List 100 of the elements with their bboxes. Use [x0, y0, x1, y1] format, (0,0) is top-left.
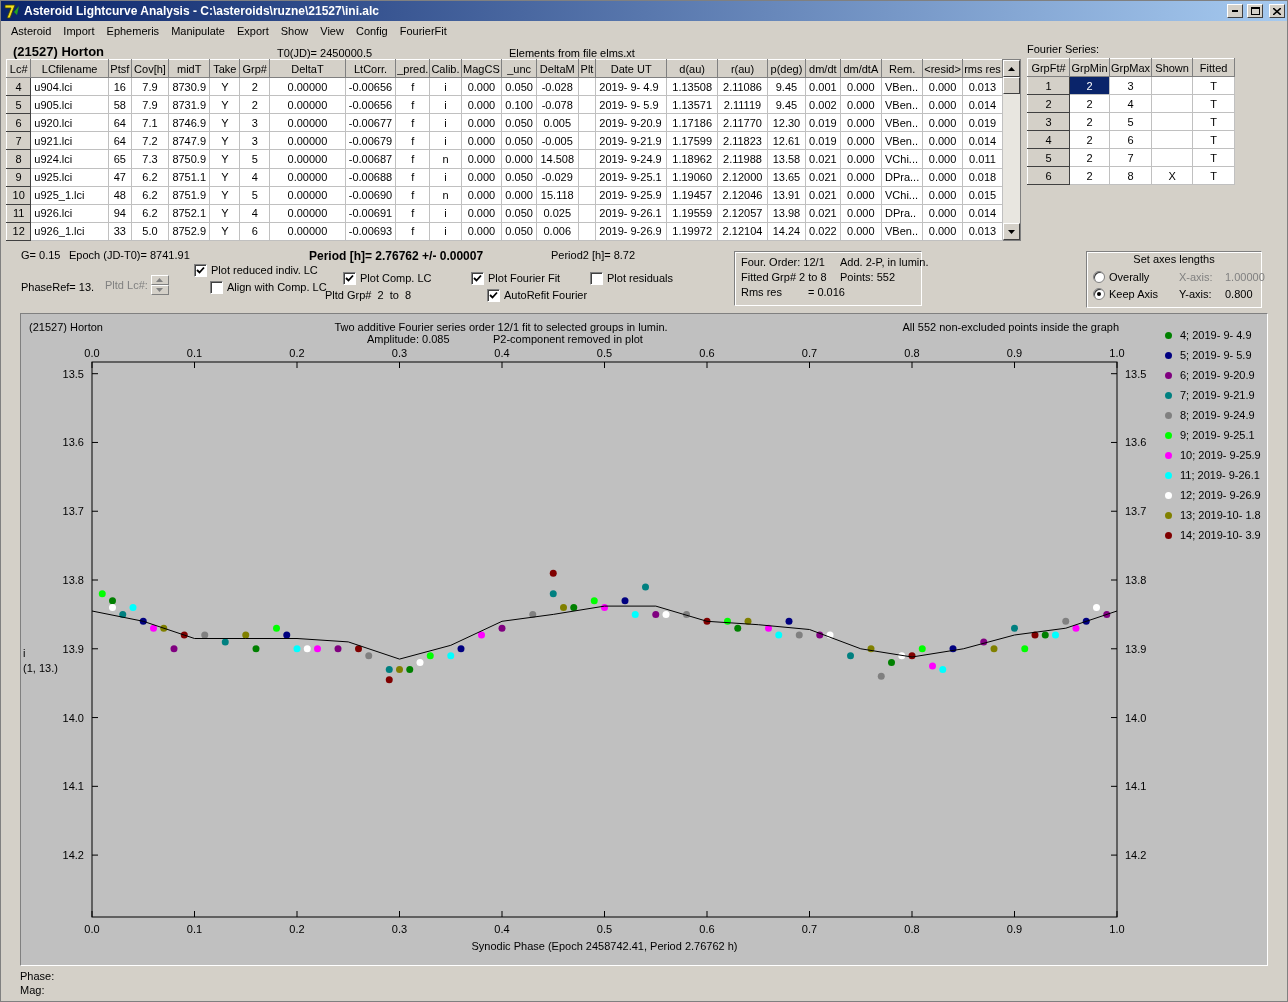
tick-label: 0.1 — [186, 923, 203, 935]
tick-label: 0.3 — [391, 923, 408, 935]
chart-note: P2-component removed in plot — [493, 333, 643, 345]
tick-label: 13.5 — [62, 367, 84, 380]
axis-value[interactable]: 0.800 — [1225, 287, 1261, 300]
tick-label: 0.8 — [904, 923, 920, 935]
tick-label: 14.0 — [62, 711, 84, 724]
column-header[interactable]: GrpMin — [1069, 58, 1110, 77]
column-header[interactable]: Shown — [1151, 58, 1193, 77]
column-header[interactable]: Take — [209, 59, 240, 78]
column-header[interactable]: Rem. — [881, 59, 923, 78]
tick-label: 13.5 — [1125, 367, 1147, 380]
group-title: Set axes lengths — [1133, 253, 1215, 265]
window-title: Asteroid Lightcurve Analysis - C:\asteroids\ruzne\21527\ini.alc — [24, 4, 379, 18]
period-value: Period [h]= 2.76762 +/- 0.00007 — [309, 249, 485, 263]
tick-label: 0.9 — [1006, 923, 1023, 935]
column-header[interactable]: _pred. — [395, 59, 430, 78]
plotted-groups-label: Pltd Grp# 2 to 8 — [325, 289, 412, 301]
menu-item[interactable]: Show — [274, 25, 315, 37]
tick-label: 0.5 — [596, 923, 613, 935]
legend-label: 10; 2019- 9-25.9 — [1180, 449, 1261, 461]
checkbox-label: AutoRefit Fourier — [504, 289, 588, 301]
radio-label: Overally — [1109, 270, 1151, 283]
phase-readout: Phase: — [20, 970, 56, 982]
checkbox-label: Align with Comp. LC — [227, 281, 327, 293]
column-header[interactable]: Lc# — [6, 59, 31, 78]
column-header[interactable]: p(deg) — [767, 59, 806, 78]
column-header[interactable]: midT — [168, 59, 210, 78]
menu-item[interactable]: View — [314, 25, 350, 37]
tick-label: 1.0 — [1109, 923, 1125, 935]
legend-label: 9; 2019- 9-25.1 — [1180, 429, 1255, 441]
column-header[interactable]: Ptsf — [108, 59, 132, 78]
object-name: (21527) Horton — [13, 44, 106, 59]
column-header[interactable]: rms res — [962, 59, 1003, 78]
elements-label: Elements from file elms.xt — [509, 47, 636, 59]
axis-label: Y-axis: — [1179, 287, 1213, 300]
legend-label: 11; 2019- 9-26.1 — [1180, 469, 1260, 481]
tick-label: 13.7 — [1125, 505, 1147, 518]
g-value: G= 0.15 — [21, 249, 62, 263]
column-header[interactable]: dm/dtA — [840, 59, 882, 78]
tick-label: 0.9 — [1006, 347, 1023, 359]
fourier-order: Four. Order: 12/1 — [741, 256, 826, 268]
tick-label: 14.1 — [62, 780, 84, 793]
tick-label: 13.8 — [62, 574, 84, 586]
column-header[interactable]: GrpFt# — [1027, 58, 1070, 77]
tick-label: 0.0 — [84, 923, 100, 935]
points-count: Points: 552 — [840, 271, 897, 283]
fourier-mode: Add. 2-P, in lumin. — [840, 256, 929, 268]
column-header[interactable]: dm/dt — [805, 59, 841, 78]
tick-label: 0.6 — [699, 347, 715, 359]
column-header[interactable]: LtCorr. — [345, 59, 396, 78]
tick-label: 0.1 — [186, 347, 203, 359]
tick-label: 0.6 — [699, 923, 715, 935]
epoch-value: Epoch (JD-T0)= 8741.91 — [69, 249, 191, 263]
column-header[interactable]: _unc — [501, 59, 537, 78]
tick-label: 0.2 — [289, 347, 305, 359]
column-header[interactable]: LCfilename — [30, 59, 109, 78]
chart-title: Two additive Fourier series order 12/1 fit to selected groups in lumin. — [334, 321, 668, 333]
points-note: All 552 non-excluded points inside the graph — [902, 321, 1119, 333]
radio-label: Keep Axis — [1109, 287, 1159, 300]
column-header[interactable]: Grp# — [239, 59, 270, 78]
tick-label: 14.2 — [62, 849, 84, 862]
menu-item[interactable]: Config — [349, 25, 394, 37]
menu-item[interactable]: Export — [230, 25, 275, 37]
tick-label: 13.9 — [1125, 642, 1147, 655]
tick-label: 1.0 — [1109, 347, 1125, 359]
menu-item[interactable]: FourierFit — [393, 25, 453, 37]
tick-label: 0.8 — [904, 347, 920, 359]
tick-label: 0.7 — [801, 923, 818, 935]
phase-ref-value: PhaseRef= 13. — [21, 281, 96, 293]
legend-label: 8; 2019- 9-24.9 — [1180, 409, 1255, 421]
tick-label: 0.2 — [289, 923, 305, 935]
menu-item[interactable]: Manipulate — [165, 25, 231, 37]
menu-item[interactable]: Asteroid — [5, 25, 58, 37]
column-header[interactable]: Fitted — [1192, 58, 1235, 77]
y-axis-note: (1, 13.) — [23, 662, 58, 674]
column-header[interactable]: DeltaM — [536, 59, 579, 78]
x-axis-label: Synodic Phase (Epoch 2458742.41, Period 2.76762 h) — [471, 940, 738, 952]
column-header[interactable]: MagCS — [461, 59, 502, 78]
column-header[interactable]: Calib. — [429, 59, 462, 78]
t0-label: T0(JD)= 2450000.5 — [277, 47, 374, 59]
menu-item[interactable]: Import — [57, 25, 101, 37]
column-header[interactable]: DeltaT — [269, 59, 346, 78]
tick-label: 14.0 — [1125, 711, 1147, 724]
tick-label: 0.5 — [596, 347, 613, 359]
menu-item[interactable]: Ephemeris — [100, 25, 166, 37]
column-header[interactable]: Cov[h] — [131, 59, 169, 78]
column-header[interactable]: r(au) — [717, 59, 768, 78]
checkbox-label: Plot Fourier Fit — [488, 272, 561, 284]
legend-label: 6; 2019- 9-20.9 — [1180, 369, 1255, 381]
tick-label: 13.6 — [62, 436, 84, 449]
checkbox-label: Plot residuals — [607, 272, 674, 284]
tick-label: 13.7 — [62, 505, 84, 518]
column-header[interactable]: Date UT — [595, 59, 667, 78]
legend-label: 7; 2019- 9-21.9 — [1180, 389, 1255, 401]
rms-value: = 0.016 — [807, 286, 845, 298]
fitted-groups: Fitted Grp# 2 to 8 — [741, 271, 840, 283]
column-header[interactable]: <resid> — [922, 59, 963, 78]
column-header[interactable]: d(au) — [666, 59, 718, 78]
column-header[interactable]: GrpMax — [1109, 58, 1152, 77]
